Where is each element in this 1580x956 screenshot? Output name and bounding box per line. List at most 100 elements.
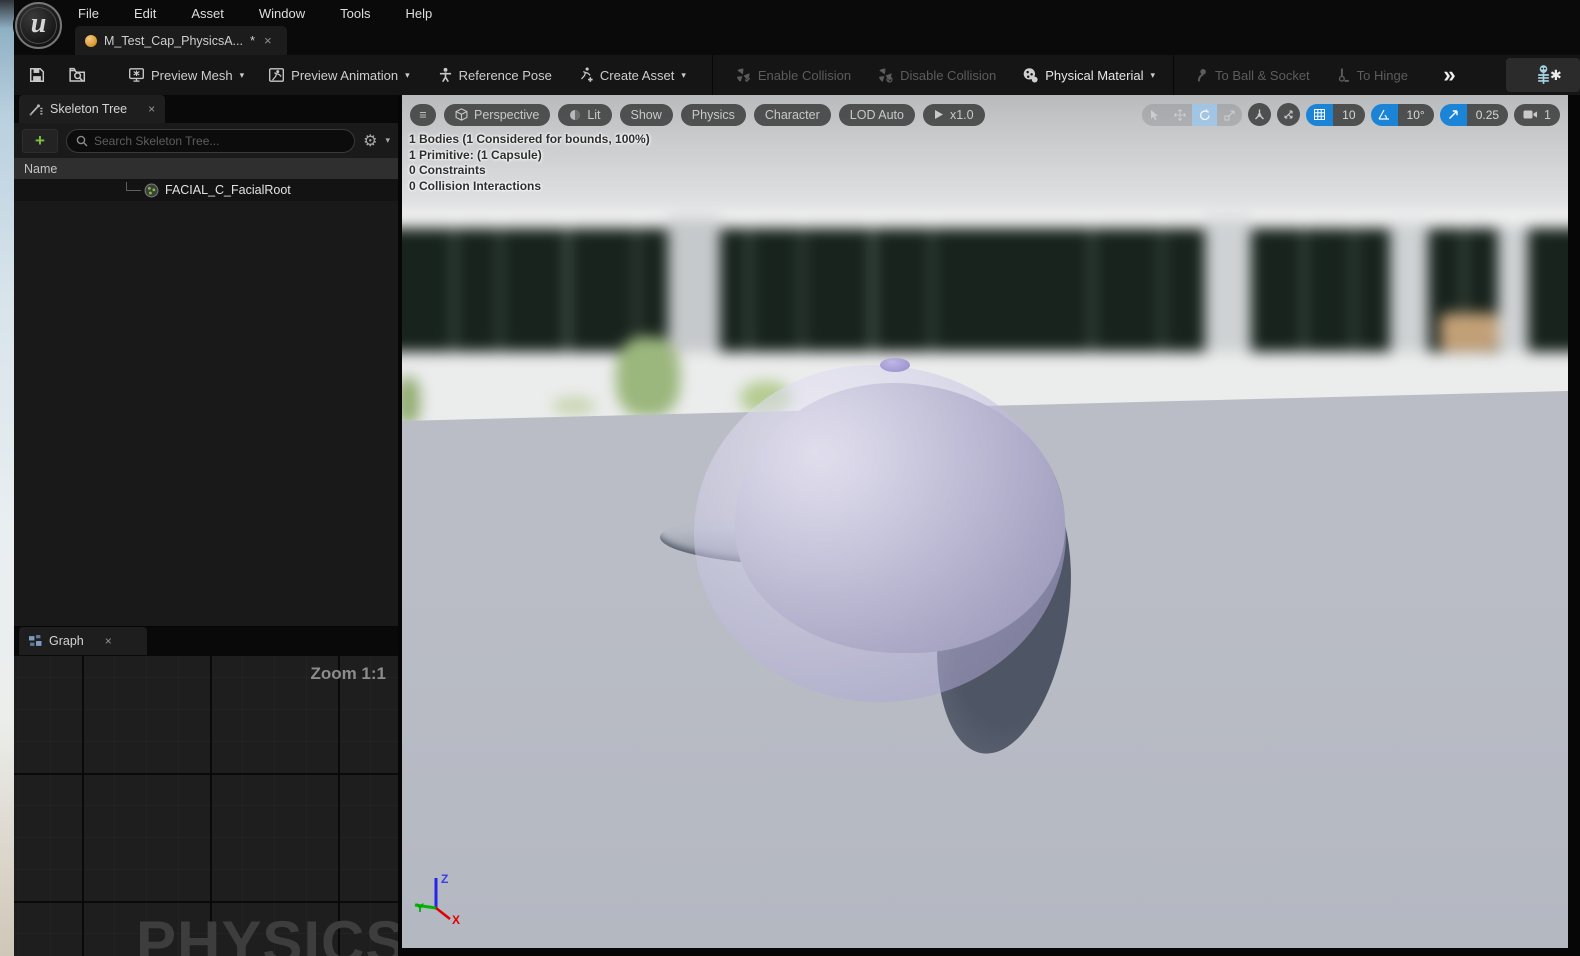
lit-mode-button[interactable]: Lit [558,104,611,126]
reference-pose-label: Reference Pose [459,68,552,83]
window-mullion [565,228,570,354]
scale-snap-value: 0.25 [1467,104,1508,126]
skeleton-toggle-button[interactable] [1506,58,1580,92]
skeleton-tree-icon [29,103,43,116]
unreal-logo-icon[interactable]: u [15,2,62,49]
preview-mesh-icon [128,67,145,83]
physics-menu-button[interactable]: Physics [681,104,746,126]
menu-window[interactable]: Window [257,6,307,21]
to-hinge-label: To Hinge [1357,68,1408,83]
skeleton-tree-tab-close-icon[interactable]: × [148,102,155,116]
window-mullion [1352,228,1356,354]
viewport-right-controls: 10 10° 0.25 1 [1142,103,1560,126]
viewport-stats: 1 Bodies (1 Considered for bounds, 100%)… [409,132,650,194]
graph-canvas[interactable]: Zoom 1:1 PHYSICS [14,656,398,956]
window-mullion [635,228,639,354]
perspective-button[interactable]: Perspective [444,104,550,126]
physics-label: Physics [692,108,735,122]
chevron-down-icon: ▾ [681,70,686,81]
menu-tools[interactable]: Tools [338,6,372,21]
character-menu-button[interactable]: Character [754,104,831,126]
physical-material-button[interactable]: Physical Material ▾ [1018,61,1159,89]
scale-tool-icon[interactable] [1217,104,1242,126]
rotate-tool-icon[interactable] [1192,104,1217,126]
menu-file[interactable]: File [76,6,101,21]
world-local-gizmo-button[interactable] [1248,103,1271,126]
3d-viewport[interactable]: ≡ Perspective Lit Show Physics Character… [402,95,1568,948]
physics-capsule-body[interactable] [694,365,1066,702]
asset-tab[interactable]: M_Test_Cap_PhysicsA... * × [75,26,287,55]
camera-speed-value: 1 [1544,108,1551,122]
axis-y-label: Y [416,901,424,915]
lit-sphere-icon [569,109,581,121]
transform-tool-group[interactable] [1142,104,1242,126]
preview-mesh-button[interactable]: Preview Mesh ▾ [124,61,248,89]
lod-auto-button[interactable]: LOD Auto [839,104,915,126]
skeleton-tree-tab[interactable]: Skeleton Tree × [19,95,165,123]
asset-tab-title: M_Test_Cap_PhysicsA... [104,34,243,48]
tree-row-label: FACIAL_C_FacialRoot [165,183,291,197]
menu-edit[interactable]: Edit [132,6,158,21]
asset-tab-bar: M_Test_Cap_PhysicsA... * × [14,26,1580,55]
browse-to-asset-button[interactable] [65,61,90,89]
save-button[interactable] [25,61,49,89]
add-body-button[interactable]: + [22,129,58,153]
reference-pose-button[interactable]: Reference Pose [434,61,556,89]
menu-bar: File Edit Asset Window Tools Help [76,0,434,26]
bone-body-icon [144,183,159,198]
menu-asset[interactable]: Asset [189,6,226,21]
menu-help[interactable]: Help [403,6,434,21]
show-menu-button[interactable]: Show [620,104,673,126]
foliage [402,377,420,425]
main-toolbar: Preview Mesh ▾ Preview Animation ▾ Refer… [14,55,1580,95]
window-mullion [1302,228,1306,354]
graph-tab[interactable]: Graph × [19,627,147,655]
create-asset-button[interactable]: Create Asset ▾ [574,61,690,89]
asset-tab-close-icon[interactable]: × [264,33,272,48]
chevron-down-icon: ▾ [405,70,410,81]
surface-snapping-button[interactable] [1277,103,1300,126]
viewport-menu-button[interactable]: ≡ [410,104,436,126]
tree-row-facial-root[interactable]: FACIAL_C_FacialRoot [14,179,398,201]
physical-material-icon [1022,67,1039,83]
perspective-label: Perspective [474,108,539,122]
preview-animation-button[interactable]: Preview Animation ▾ [264,61,413,89]
preview-mesh-label: Preview Mesh [151,68,233,83]
building-pillar [1390,222,1428,358]
reference-pose-icon [438,67,453,83]
grid-snap-control[interactable]: 10 [1306,104,1364,126]
disable-collision-icon [877,67,894,83]
gear-chevron-down-icon[interactable]: ▾ [385,135,390,146]
tree-elbow-connector [126,182,141,191]
graph-tab-close-icon[interactable]: × [105,634,112,648]
skeleton-tree-search[interactable] [66,129,355,153]
toolbar-star-icon: ✱ [1550,67,1566,84]
toolbar-overflow-button[interactable]: » [1443,62,1452,88]
skeleton-tree-tab-label: Skeleton Tree [50,102,127,116]
chevron-down-icon: ▾ [1150,70,1155,81]
rotation-snap-control[interactable]: 10° [1371,104,1434,126]
play-icon [934,109,944,120]
graph-tab-bar: Graph × [14,627,398,655]
perspective-cube-icon [455,108,468,121]
search-input[interactable] [94,134,345,148]
preview-animation-icon [268,67,285,83]
scale-snap-control[interactable]: 0.25 [1440,104,1508,126]
select-tool-icon[interactable] [1142,104,1167,126]
title-bar: File Edit Asset Window Tools Help [14,0,1580,26]
graph-tab-label: Graph [49,634,84,648]
gear-icon[interactable]: ⚙ [363,131,377,151]
move-tool-icon[interactable] [1167,104,1192,126]
enable-collision-button: Enable Collision [731,61,855,89]
window-mullion [498,228,502,354]
name-column-header[interactable]: Name [14,158,398,179]
building-pillar [1498,225,1528,357]
create-asset-icon [578,67,594,83]
toolbar-separator [1173,55,1174,95]
playback-speed-button[interactable]: x1.0 [923,104,985,126]
asset-type-icon [85,35,97,47]
to-ball-socket-button: To Ball & Socket [1190,61,1314,89]
enable-collision-icon [735,67,752,83]
foliage [552,397,596,415]
camera-speed-control[interactable]: 1 [1514,104,1560,126]
